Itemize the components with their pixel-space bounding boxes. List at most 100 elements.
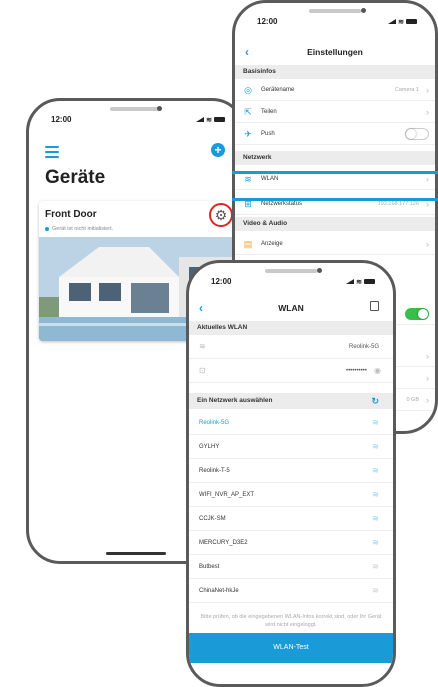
chevron-right-icon: › (426, 395, 429, 405)
page-title: Einstellungen (307, 47, 363, 57)
share-icon: ⇱ (244, 107, 252, 117)
back-icon[interactable]: ‹ (245, 41, 249, 63)
network-name: CCJK-SM (199, 516, 226, 522)
row-anzeige[interactable]: ▤ Anzeige › (235, 233, 435, 255)
status-bar: 12:00 ≋ (257, 17, 417, 26)
wifi-icon: ≋ (244, 174, 252, 184)
notch (265, 269, 317, 273)
camera-icon: ◎ (244, 85, 252, 95)
menu-icon[interactable] (45, 146, 59, 161)
status-time: 12:00 (51, 115, 72, 124)
wifi-signal-icon: ≋ (372, 538, 379, 547)
wifi-signal-icon: ≋ (372, 586, 379, 595)
wifi-signal-icon: ≋ (372, 562, 379, 571)
device-name: Front Door (45, 209, 97, 220)
chevron-right-icon: › (426, 85, 429, 95)
chevron-right-icon: › (426, 373, 429, 383)
battery-icon (406, 19, 417, 24)
lock-icon: ⊡ (199, 366, 206, 375)
wlan-highlight-bottom (232, 198, 438, 201)
password-field[interactable]: •••••••••• (346, 359, 367, 383)
wlan-test-button[interactable]: WLAN-Test (189, 633, 393, 663)
password-row[interactable]: ⊡ •••••••••• ◉ (189, 359, 393, 383)
page-title: WLAN (278, 303, 304, 313)
save-icon[interactable] (370, 301, 379, 311)
wifi-signal-icon: ≋ (372, 514, 379, 523)
network-list-item[interactable]: Reolink-5G ≋ (189, 411, 393, 435)
network-name: WIFI_NVR_AP_EXT (199, 492, 255, 498)
battery-icon (364, 279, 375, 284)
status-bar: 12:00 ≋ (211, 277, 375, 286)
network-list-item[interactable]: ChinaNet-hkJe ≋ (189, 579, 393, 603)
network-list-item[interactable]: CCJK-SM ≋ (189, 507, 393, 531)
row-teilen[interactable]: ⇱ Teilen › (235, 101, 435, 123)
wifi-signal-icon: ≋ (372, 442, 379, 451)
network-name: Reolink-5G (199, 420, 230, 426)
back-icon[interactable]: ‹ (199, 297, 203, 319)
push-icon: ✈ (244, 129, 252, 139)
network-list-item[interactable]: Butbest ≋ (189, 555, 393, 579)
camera-dot (317, 268, 322, 273)
signal-icon (388, 19, 397, 24)
nav-bar: ‹ Einstellungen (235, 41, 435, 63)
toggle-switch[interactable] (405, 308, 429, 320)
status-dot-icon (45, 226, 49, 231)
wifi-signal-icon: ≋ (372, 490, 379, 499)
display-icon: ▤ (243, 239, 253, 249)
status-bar: 12:00 ≋ (51, 115, 225, 124)
section-choose-network: Ein Netzwerk auswählen ↻ (189, 393, 393, 409)
status-time: 12:00 (257, 17, 278, 26)
notch (309, 9, 361, 13)
row-geraetename[interactable]: ◎ Gerätename Camera 1 › (235, 79, 435, 101)
storage-value: 0 GB (406, 397, 419, 403)
chevron-right-icon: › (426, 351, 429, 361)
section-basisinfos: Basisinfos (235, 65, 435, 79)
section-netzwerk: Netzwerk (235, 151, 435, 165)
chevron-right-icon: › (426, 199, 429, 209)
add-device-icon[interactable]: + (211, 143, 225, 157)
wlan-highlight-top (232, 171, 438, 174)
section-video-audio: Video & Audio (235, 217, 435, 231)
chevron-right-icon: › (426, 107, 429, 117)
network-list-item[interactable]: GYLHY ≋ (189, 435, 393, 459)
wifi-signal-icon: ≋ (372, 418, 379, 427)
row-push: ✈ Push (235, 123, 435, 145)
device-status: Gerät ist nicht initialisiert. (45, 226, 113, 232)
notch (110, 107, 162, 111)
info-note: Bitte prüfen, ob die eingegebenen WLAN-I… (200, 614, 382, 628)
settings-gear-highlight[interactable]: ⚙ (209, 203, 233, 227)
network-name: MERCURY_D3E2 (199, 540, 248, 546)
wifi-status-icon: ≋ (356, 278, 362, 286)
ip-value: 192.168.177.126 (377, 201, 419, 207)
row-netzwerkstatus[interactable]: ⊞ Netzwerkstatus 192.168.177.126 › (235, 193, 435, 215)
battery-icon (214, 117, 225, 122)
chevron-right-icon: › (426, 239, 429, 249)
current-ssid: Reolink-5G (348, 344, 379, 350)
nav-bar: ‹ WLAN (189, 297, 393, 319)
network-name: GYLHY (199, 444, 220, 450)
wifi-status-icon: ≋ (398, 18, 404, 26)
section-aktuelles-wlan: Aktuelles WLAN (189, 321, 393, 335)
gear-icon[interactable]: ⚙ (215, 208, 228, 222)
status-time: 12:00 (211, 277, 232, 286)
camera-dot (361, 8, 366, 13)
page-title: Geräte (45, 167, 106, 188)
camera-dot (157, 106, 162, 111)
wifi-icon: ≋ (199, 342, 206, 351)
signal-icon (196, 117, 205, 122)
network-name: Butbest (199, 564, 220, 570)
push-toggle[interactable] (405, 128, 429, 140)
wifi-signal-icon: ≋ (372, 466, 379, 475)
network-list-item[interactable]: MERCURY_D3E2 ≋ (189, 531, 393, 555)
wifi-status-icon: ≋ (206, 116, 212, 124)
current-ssid-row: ≋ Reolink-5G (189, 335, 393, 359)
network-list-item[interactable]: WIFI_NVR_AP_EXT ≋ (189, 483, 393, 507)
home-indicator (106, 552, 166, 555)
network-name: ChinaNet-hkJe (199, 588, 239, 594)
eye-icon[interactable]: ◉ (374, 359, 381, 383)
phone-wlan-screen: 12:00 ≋ ‹ WLAN Aktuelles WLAN ≋ Reolink-… (186, 260, 396, 687)
network-name: Reolink-T-5 (199, 468, 230, 474)
refresh-icon[interactable]: ↻ (371, 393, 379, 409)
network-list-item[interactable]: Reolink-T-5 ≋ (189, 459, 393, 483)
device-name-value: Camera 1 (394, 87, 419, 93)
